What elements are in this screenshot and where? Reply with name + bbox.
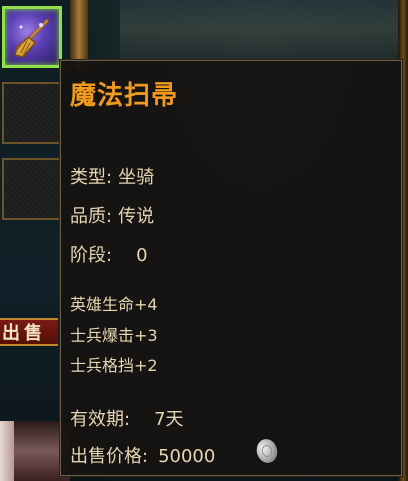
item-type-label: 类型: bbox=[70, 167, 113, 188]
item-quality-value: 传说 bbox=[118, 206, 155, 227]
item-quality-row: 品质: 传说 bbox=[70, 202, 154, 228]
item-stat: 英雄生命+4 bbox=[70, 295, 158, 314]
item-type-row: 类型: 坐骑 bbox=[70, 163, 154, 189]
item-price-row: 出售价格: 50000 bbox=[70, 442, 215, 468]
inventory-slot-selected[interactable] bbox=[2, 6, 62, 68]
item-tooltip: 魔法扫帚 类型: 坐骑 品质: 传说 阶段: 0 英雄生命+4 士兵爆击+3 士兵格挡… bbox=[59, 59, 403, 477]
sell-tab[interactable]: 出售 bbox=[0, 318, 58, 346]
item-quality-label: 品质: bbox=[70, 206, 113, 227]
item-stage-row: 阶段: 0 bbox=[70, 241, 148, 267]
item-stat: 士兵格挡+2 bbox=[70, 356, 158, 375]
item-name: 魔法扫帚 bbox=[70, 81, 179, 111]
silver-coin-icon bbox=[254, 436, 280, 466]
item-price-label: 出售价格: bbox=[70, 446, 149, 467]
item-type-value: 坐骑 bbox=[118, 167, 155, 188]
item-validity-label: 有效期: bbox=[70, 409, 131, 430]
inventory-slot-empty[interactable] bbox=[2, 82, 62, 144]
item-validity-value: 7天 bbox=[154, 409, 184, 430]
game-scene: 出售 魔法扫帚 类型: 坐骑 品质: 传说 阶段: 0 英雄生命+4 士兵爆击+3 士… bbox=[0, 0, 408, 481]
item-price-value: 50000 bbox=[158, 446, 216, 467]
broom-icon bbox=[14, 19, 49, 58]
item-stat: 士兵爆击+3 bbox=[70, 326, 158, 345]
item-validity-row: 有效期: 7天 bbox=[70, 405, 184, 431]
item-stage-value: 0 bbox=[136, 245, 148, 266]
item-stage-label: 阶段: bbox=[70, 245, 113, 266]
inventory-slot-empty[interactable] bbox=[2, 158, 62, 220]
character-portrait-edge bbox=[0, 421, 14, 481]
